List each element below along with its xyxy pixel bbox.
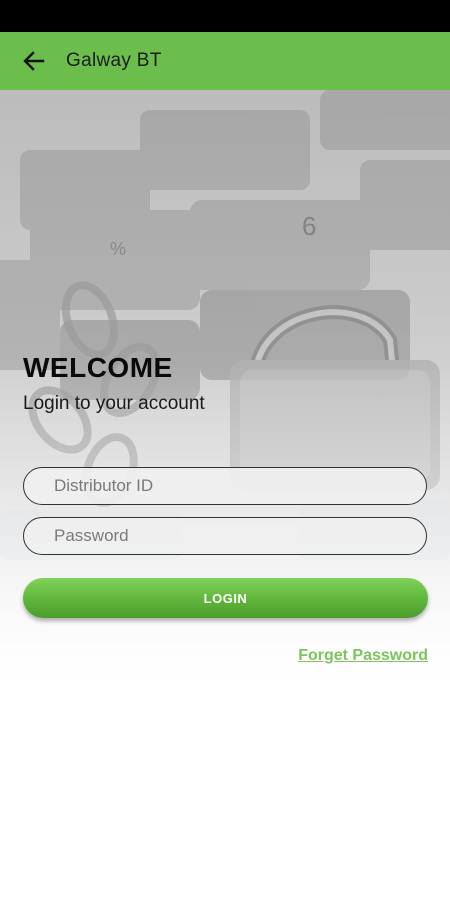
login-button[interactable]: LOGIN <box>23 578 428 618</box>
login-form: WELCOME Login to your account LOGIN Forg… <box>0 90 450 900</box>
password-field[interactable] <box>23 517 427 555</box>
welcome-heading: WELCOME <box>23 352 173 383</box>
back-button[interactable] <box>22 49 46 73</box>
login-screen: Galway BT 6 % <box>0 0 450 900</box>
status-bar <box>0 0 450 32</box>
forget-password-link[interactable]: Forget Password <box>298 647 428 665</box>
app-bar: Galway BT <box>0 32 450 90</box>
arrow-left-icon <box>23 51 45 71</box>
distributor-id-field[interactable] <box>23 467 427 505</box>
app-title: Galway BT <box>66 50 162 71</box>
login-subtitle: Login to your account <box>23 393 205 414</box>
